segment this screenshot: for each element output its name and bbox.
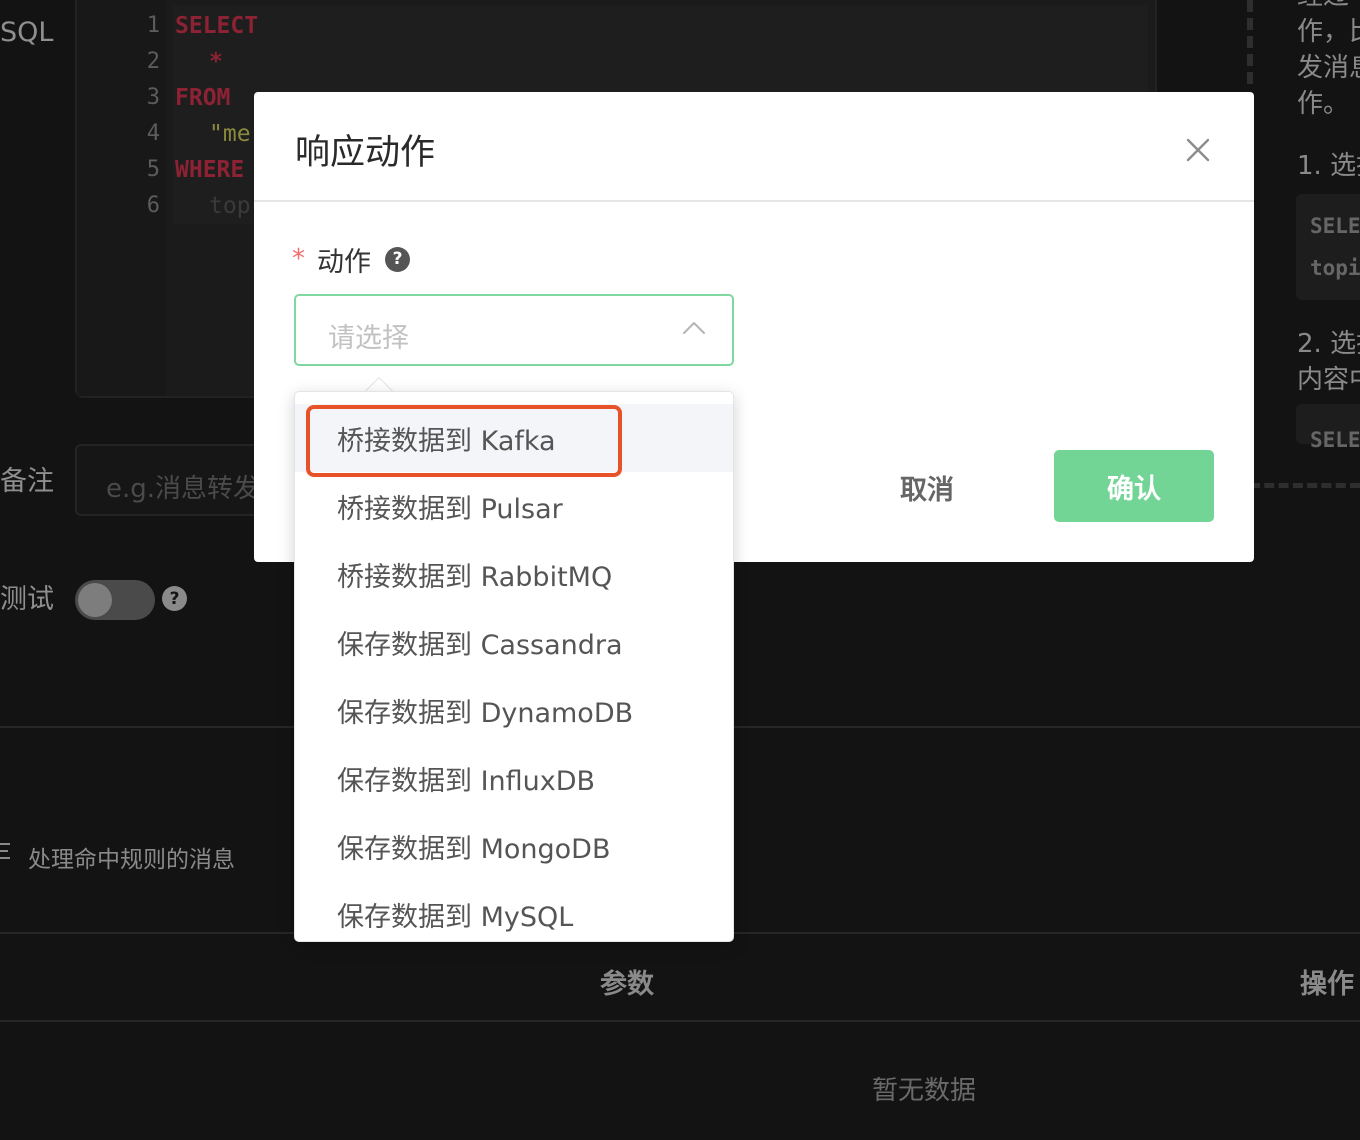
help-text-line: 发消息 [1297, 53, 1360, 83]
line-number: 4 [146, 121, 160, 146]
code-line: FROM [175, 85, 231, 111]
dropdown-option-cassandra[interactable]: 保存数据到 Cassandra [295, 608, 733, 676]
sql-label: SQL [0, 17, 54, 48]
help-code-block: SELE topi [1296, 194, 1360, 300]
dropdown-option-dynamodb[interactable]: 保存数据到 DynamoDB [295, 676, 733, 744]
line-number: 1 [146, 13, 160, 38]
help-text-line: 作，比 [1297, 17, 1360, 47]
dropdown-option-influxdb[interactable]: 保存数据到 InfluxDB [295, 744, 733, 812]
help-code-line: topi [1310, 256, 1360, 280]
column-header-operations: 操作 [1300, 969, 1354, 1000]
cancel-button[interactable]: 取消 [900, 468, 954, 507]
line-number: 3 [146, 85, 160, 110]
code-line: SELECT [175, 13, 259, 39]
panel-divider-horizontal [1250, 483, 1360, 488]
help-text-line: 经过 [1297, 0, 1349, 14]
dialog-header: 响应动作 [254, 92, 1254, 202]
dialog-title: 响应动作 [295, 133, 436, 173]
help-code-line: SELE [1310, 428, 1360, 452]
remark-label: 备注 [0, 466, 54, 497]
select-placeholder: 请选择 [328, 323, 409, 354]
required-mark: * [292, 244, 305, 274]
help-step-2: 2. 选择 [1297, 329, 1360, 359]
dropdown-option-rabbitmq[interactable]: 桥接数据到 RabbitMQ [295, 540, 733, 608]
line-number: 6 [146, 193, 160, 218]
chevron-up-icon [683, 322, 705, 334]
line-number: 2 [146, 49, 160, 74]
help-code-block: SELE [1296, 404, 1360, 452]
code-line: * [209, 49, 223, 75]
action-label: 动作 [317, 246, 371, 278]
help-icon[interactable]: ? [385, 246, 410, 272]
list-icon [0, 843, 10, 859]
help-icon[interactable]: ? [162, 586, 187, 611]
action-form-label: * 动作 ? [292, 244, 410, 278]
help-code-line: SELE [1310, 214, 1360, 238]
dropdown-option-mysql[interactable]: 保存数据到 MySQL [295, 880, 733, 941]
test-label: 测试 [0, 584, 54, 615]
table-header-border [0, 1020, 1360, 1022]
action-select[interactable]: 请选择 [294, 294, 734, 366]
switch-knob [78, 583, 112, 617]
dropdown-option-mongodb[interactable]: 保存数据到 MongoDB [295, 812, 733, 880]
line-number: 5 [146, 157, 160, 182]
help-step-1: 1. 选择 [1297, 151, 1360, 181]
code-line: "me [209, 121, 251, 147]
code-line: top [209, 193, 251, 219]
column-header-params: 参数 [600, 969, 654, 1000]
panel-divider [1247, 0, 1253, 84]
code-line: WHERE [175, 157, 245, 183]
help-step-2-text: 内容中 [1297, 365, 1360, 395]
actions-title: 处理命中规则的消息 [28, 847, 235, 873]
confirm-button[interactable]: 确认 [1054, 450, 1214, 522]
table-empty-text: 暂无数据 [872, 1076, 977, 1106]
remark-placeholder: e.g.消息转发 [106, 474, 260, 504]
dropdown-option-pulsar[interactable]: 桥接数据到 Pulsar [295, 472, 733, 540]
annotation-highlight-box [306, 405, 622, 477]
close-icon[interactable] [1182, 134, 1214, 166]
help-text-line: 作。 [1297, 89, 1350, 119]
